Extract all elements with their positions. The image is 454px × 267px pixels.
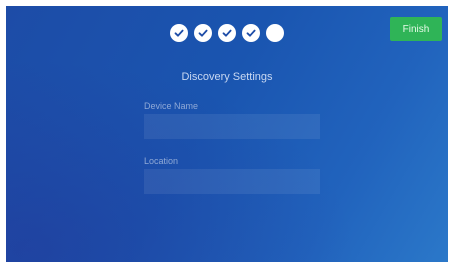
checkmark-icon: [174, 29, 184, 37]
checkmark-icon: [198, 29, 208, 37]
step-2-completed: [194, 24, 212, 42]
page-title: Discovery Settings: [181, 71, 273, 83]
device-name-input[interactable]: [144, 114, 320, 139]
step-5-current: [266, 24, 284, 42]
wizard-progress: [6, 24, 448, 42]
step-3-completed: [218, 24, 236, 42]
checkmark-icon: [222, 29, 232, 37]
device-name-label: Device Name: [144, 101, 199, 111]
location-label: Location: [144, 156, 179, 166]
location-input[interactable]: [144, 169, 320, 194]
checkmark-icon: [246, 29, 256, 37]
step-1-completed: [170, 24, 188, 42]
app-window: Finish Discovery Settings Device Name Lo…: [6, 6, 448, 262]
finish-button[interactable]: Finish: [390, 17, 442, 41]
step-4-completed: [242, 24, 260, 42]
